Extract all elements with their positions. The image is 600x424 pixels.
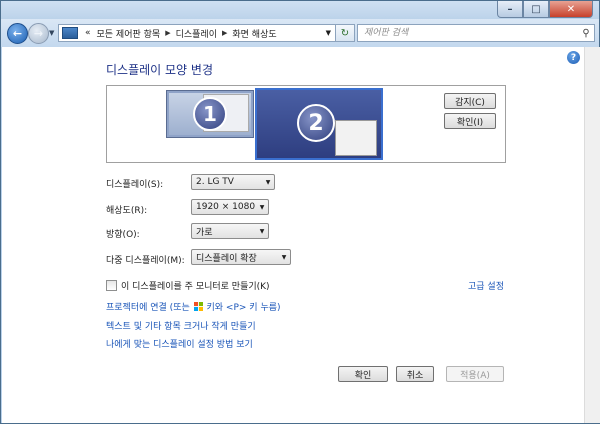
monitor-1-number: 1	[193, 97, 227, 131]
recent-pages-dropdown[interactable]: ▼	[49, 29, 54, 37]
projector-link-prefix: 프로젝터에 연결 (또는	[106, 303, 190, 313]
monitor-2-window	[335, 120, 377, 156]
breadcrumb-chevron-icon[interactable]: ▶	[163, 29, 172, 37]
detect-button[interactable]: 감지(C)	[444, 93, 496, 109]
forward-button[interactable]: →	[28, 23, 49, 44]
monitor-1[interactable]: 1	[166, 90, 254, 138]
ok-button[interactable]: 확인	[338, 366, 388, 382]
address-bar[interactable]: « 모든 제어판 항목 ▶ 디스플레이 ▶ 화면 해상도 ▼	[58, 24, 336, 42]
chevron-down-icon: ▼	[281, 253, 287, 261]
address-overflow[interactable]: «	[82, 28, 94, 38]
display-select[interactable]: 2. LG TV ▼	[191, 174, 275, 190]
maximize-button[interactable]: □	[523, 1, 549, 18]
chevron-down-icon: ▼	[265, 178, 271, 186]
chevron-down-icon: ▼	[259, 203, 265, 211]
close-icon: ✕	[566, 3, 576, 15]
resolution-label: 해상도(R):	[106, 206, 148, 216]
display-value: 2. LG TV	[196, 177, 234, 187]
orientation-select[interactable]: 가로 ▼	[191, 223, 269, 239]
chevron-down-icon: ▼	[259, 227, 265, 235]
maximize-icon: □	[531, 3, 541, 15]
multi-display-select[interactable]: 디스플레이 확장 ▼	[191, 249, 291, 265]
title-bar: – □ ✕	[1, 1, 599, 19]
minimize-icon: –	[507, 3, 513, 15]
page-title: 디스플레이 모양 변경	[106, 63, 213, 77]
search-box[interactable]: ⚲	[357, 24, 595, 42]
control-panel-icon	[62, 27, 78, 39]
apply-button[interactable]: 적용(A)	[446, 366, 504, 382]
identify-button[interactable]: 확인(I)	[444, 113, 496, 129]
resolution-select[interactable]: 1920 × 1080 ▼	[191, 199, 269, 215]
checkbox-box[interactable]	[106, 280, 117, 291]
help-display-settings-link[interactable]: 나에게 맞는 디스플레이 설정 방법 보기	[106, 337, 253, 350]
minimize-button[interactable]: –	[497, 1, 523, 18]
display-label: 디스플레이(S):	[106, 180, 164, 190]
monitor-preview: 1 2 감지(C) 확인(I)	[106, 85, 506, 163]
projector-link-suffix: 키와 <P> 키 누름)	[206, 303, 281, 313]
search-input[interactable]	[358, 27, 578, 39]
caption-buttons: – □ ✕	[497, 1, 593, 18]
cancel-button[interactable]: 취소	[396, 366, 434, 382]
close-button[interactable]: ✕	[549, 1, 593, 18]
breadcrumb-all-items[interactable]: 모든 제어판 항목	[94, 27, 164, 40]
main-monitor-label: 이 디스플레이를 주 모니터로 만들기(K)	[121, 282, 270, 292]
refresh-icon: ↻	[340, 27, 350, 39]
address-dropdown-icon[interactable]: ▼	[326, 29, 335, 37]
main-monitor-checkbox[interactable]: 이 디스플레이를 주 모니터로 만들기(K)	[106, 279, 270, 292]
refresh-button[interactable]: ↻	[335, 24, 355, 42]
breadcrumb-display[interactable]: 디스플레이	[173, 27, 220, 40]
back-arrow-icon: ←	[12, 27, 23, 40]
forward-arrow-icon: →	[33, 27, 44, 40]
navigation-bar: ← → ▼ « 모든 제어판 항목 ▶ 디스플레이 ▶ 화면 해상도 ▼ ↻ ⚲	[1, 19, 599, 47]
orientation-label: 방향(O):	[106, 230, 140, 240]
orientation-value: 가로	[196, 227, 213, 238]
projector-link[interactable]: 프로젝터에 연결 (또는 키와 <P> 키 누름)	[106, 300, 281, 313]
help-icon[interactable]: ?	[567, 51, 580, 64]
multi-display-value: 디스플레이 확장	[196, 253, 257, 264]
content-area: ? 디스플레이 모양 변경 1 2 감지(C) 확인(I) 디스플레이(S): …	[2, 47, 584, 423]
breadcrumb-screen-resolution[interactable]: 화면 해상도	[229, 27, 279, 40]
breadcrumb-chevron-icon[interactable]: ▶	[220, 29, 229, 37]
monitor-2-number: 2	[297, 104, 335, 142]
text-size-link[interactable]: 텍스트 및 기타 항목 크거나 작게 만들기	[106, 319, 256, 332]
window: – □ ✕ ← → ▼ « 모든 제어판 항목 ▶ 디스플레이 ▶ 화면 해상도…	[0, 0, 600, 424]
windows-logo-icon	[193, 302, 203, 311]
advanced-settings-link[interactable]: 고급 설정	[468, 279, 504, 292]
multi-display-label: 다중 디스플레이(M):	[106, 256, 185, 266]
resolution-value: 1920 × 1080	[196, 202, 256, 212]
search-icon[interactable]: ⚲	[578, 28, 594, 39]
monitor-2[interactable]: 2	[255, 88, 383, 160]
back-button[interactable]: ←	[7, 23, 28, 44]
vertical-scrollbar[interactable]	[584, 47, 600, 423]
